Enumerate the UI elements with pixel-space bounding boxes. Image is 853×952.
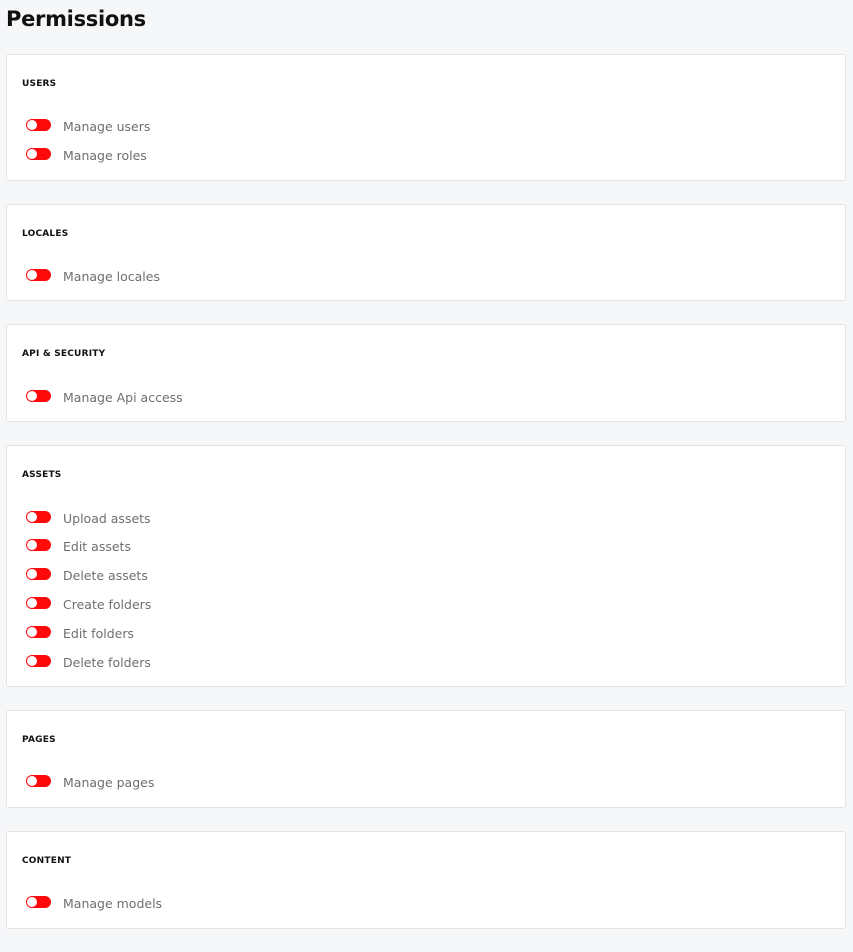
section-heading: ASSETS	[22, 470, 62, 481]
section-users: USERS Manage users Manage roles	[6, 54, 846, 181]
permission-label: Delete assets	[63, 568, 148, 584]
toggle-knob	[27, 149, 37, 160]
section-assets: ASSETS Upload assets Edit assets Delete …	[6, 445, 846, 687]
permission-create-folders[interactable]: Create folders	[22, 591, 830, 620]
permission-delete-assets[interactable]: Delete assets	[22, 562, 830, 591]
page-title: Permissions	[6, 7, 146, 31]
permission-manage-pages[interactable]: Manage pages	[22, 769, 830, 798]
permission-label: Manage locales	[63, 268, 160, 284]
permission-label: Edit folders	[63, 625, 134, 641]
toggle-switch[interactable]	[26, 568, 51, 581]
permission-label: Manage pages	[63, 775, 155, 791]
toggle-knob	[27, 511, 37, 522]
toggle-switch[interactable]	[26, 596, 51, 609]
toggle-knob	[27, 655, 37, 666]
toggle-switch[interactable]	[26, 625, 51, 638]
permission-label: Edit assets	[63, 539, 131, 555]
toggle-knob	[27, 540, 37, 551]
permission-manage-locales[interactable]: Manage locales	[22, 263, 830, 292]
permission-sections: USERS Manage users Manage roles LOCALES …	[6, 54, 846, 952]
section-heading: API & SECURITY	[22, 349, 106, 360]
section-heading: USERS	[22, 79, 57, 89]
toggle-switch[interactable]	[26, 654, 51, 667]
toggle-knob	[27, 269, 37, 280]
toggle-knob	[27, 626, 37, 637]
section-heading: LOCALES	[22, 228, 69, 239]
toggle-switch[interactable]	[26, 775, 51, 788]
section-locales: LOCALES Manage locales	[6, 203, 846, 302]
permission-manage-roles[interactable]: Manage roles	[22, 142, 830, 171]
toggle-switch[interactable]	[26, 389, 51, 402]
toggle-knob	[27, 120, 37, 131]
section-api-security: API & SECURITY Manage Api access	[6, 324, 846, 423]
toggle-knob	[27, 897, 37, 908]
permission-label: Delete folders	[63, 654, 151, 670]
permission-delete-folders[interactable]: Delete folders	[22, 648, 830, 677]
section-content: CONTENT Manage models	[6, 830, 846, 929]
permission-label: Manage Api access	[63, 389, 183, 405]
permission-label: Manage roles	[63, 148, 147, 164]
toggle-knob	[27, 569, 37, 580]
toggle-knob	[27, 776, 37, 787]
toggle-switch[interactable]	[26, 268, 51, 281]
permission-label: Manage users	[63, 119, 151, 135]
toggle-switch[interactable]	[26, 148, 51, 161]
section-pages: PAGES Manage pages	[6, 709, 846, 808]
toggle-knob	[27, 390, 37, 401]
permission-manage-models[interactable]: Manage models	[22, 890, 830, 919]
permission-label: Manage models	[63, 896, 163, 912]
toggle-switch[interactable]	[26, 539, 51, 552]
permission-upload-assets[interactable]: Upload assets	[22, 504, 830, 533]
permission-label: Create folders	[63, 596, 152, 612]
permission-manage-users[interactable]: Manage users	[22, 113, 830, 142]
toggle-switch[interactable]	[26, 119, 51, 132]
toggle-switch[interactable]	[26, 896, 51, 909]
permission-edit-assets[interactable]: Edit assets	[22, 533, 830, 562]
section-heading: PAGES	[22, 734, 56, 745]
permission-edit-folders[interactable]: Edit folders	[22, 619, 830, 648]
permission-manage-api-access[interactable]: Manage Api access	[22, 383, 830, 412]
toggle-switch[interactable]	[26, 510, 51, 523]
toggle-knob	[27, 597, 37, 608]
permission-label: Upload assets	[63, 510, 151, 526]
section-heading: CONTENT	[22, 855, 72, 866]
